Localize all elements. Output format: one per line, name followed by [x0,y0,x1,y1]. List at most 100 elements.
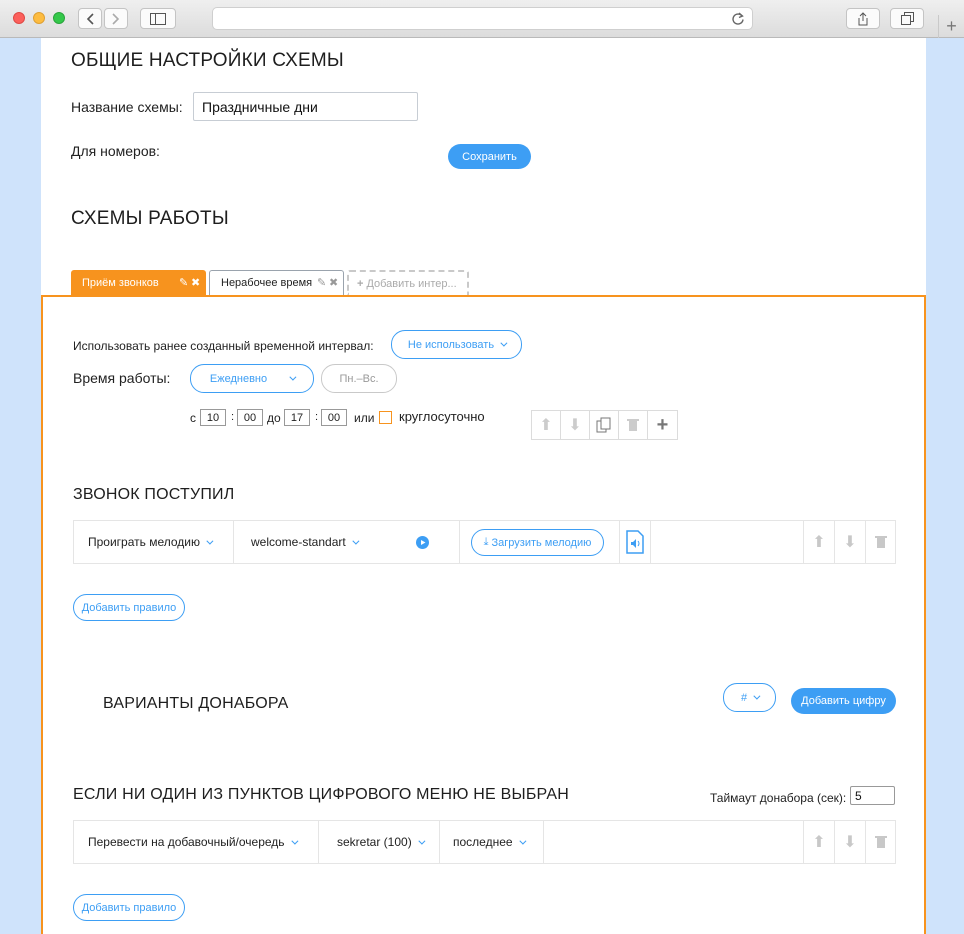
arrow-down-icon: ⬇ [568,417,582,434]
dial-options-title: ВАРИАНТЫ ДОНАБОРА [103,695,289,712]
edit-icon[interactable]: ✎ [179,276,188,289]
all-day-label: круглосуточно [399,409,485,424]
play-icon[interactable] [416,536,429,549]
tab-label: Добавить интер... [366,277,457,290]
arrow-up-icon: ⬆ [539,417,553,434]
rule-action-value: Проиграть мелодию [88,535,200,549]
work-time-label: Время работы: [73,370,171,386]
close-window-button[interactable] [13,12,25,24]
or-label: или [354,411,375,425]
tab-call-reception[interactable]: Приём звонков ✎ ✖ [71,270,206,295]
dial-key-value: # [740,691,748,704]
trash-icon [875,536,887,548]
fallback-move-down-button[interactable]: ⬇ [834,821,865,863]
arrow-down-icon: ⬇ [843,834,857,851]
tabs-icon [900,12,914,25]
save-button[interactable]: Сохранить [448,144,531,169]
close-icon[interactable]: ✖ [329,276,338,289]
plus-icon: + [357,277,364,290]
arrow-down-icon: ⬇ [843,534,857,551]
timeout-label: Таймаут донабора (сек): [710,791,847,805]
use-interval-select[interactable]: Не использовать [391,330,522,359]
move-up-button[interactable]: ⬆ [532,411,561,439]
chevron-down-icon [290,837,298,845]
scheme-name-label: Название схемы: [71,99,183,115]
chevron-down-icon [206,537,214,545]
to-hours-input[interactable]: 17 [284,409,310,426]
numbers-label: Для номеров: [71,143,160,159]
upload-cell: ⤓ Загрузить мелодию [460,521,620,563]
back-button[interactable] [78,8,102,29]
upload-melody-label: Загрузить мелодию [491,536,592,549]
move-down-button[interactable]: ⬇ [561,411,590,439]
sidebar-toggle-button[interactable] [140,8,176,29]
tab-add-interval[interactable]: + Добавить интер... [347,270,469,295]
from-label: с [190,411,196,425]
browser-toolbar: + [0,0,964,38]
reload-icon[interactable] [732,12,744,25]
chevron-down-icon [352,537,360,545]
chevron-down-icon [289,373,297,381]
fallback-target-value: sekretar (100) [337,835,412,849]
to-minutes-input[interactable]: 00 [321,409,347,426]
fallback-action-select[interactable]: Перевести на добавочный/очередь [74,821,319,863]
tab-non-working-time[interactable]: Нерабочее время ✎ ✖ [209,270,344,295]
edit-icon[interactable]: ✎ [317,276,326,289]
frequency-select[interactable]: Ежедневно [190,364,314,393]
interval-toolbar: ⬆ ⬇ + [531,410,678,440]
fallback-move-up-button[interactable]: ⬆ [803,821,834,863]
general-settings-title: ОБЩИЕ НАСТРОЙКИ СХЕМЫ [71,50,344,71]
fallback-add-rule-button[interactable]: Добавить правило [73,894,185,921]
tab-label: Нерабочее время [221,277,313,289]
timeout-input[interactable]: 5 [850,786,895,805]
work-schemes-title: СХЕМЫ РАБОТЫ [71,208,229,229]
rule-action-select[interactable]: Проиграть мелодию [74,521,234,563]
add-digit-button[interactable]: Добавить цифру [791,688,896,714]
arrow-up-icon: ⬆ [812,834,826,851]
days-select[interactable]: Пн.–Вс. [321,364,397,393]
new-tab-button[interactable]: + [938,15,964,38]
rule-delete-button[interactable] [865,521,896,563]
add-rule-button[interactable]: Добавить правило [73,594,185,621]
from-minutes-input[interactable]: 00 [237,409,263,426]
fallback-rule-row: Перевести на добавочный/очередь sekretar… [73,820,896,864]
address-bar[interactable] [212,7,753,30]
melody-value: welcome-standart [251,535,346,549]
chevron-right-icon [112,12,120,25]
fallback-title: ЕСЛИ НИ ОДИН ИЗ ПУНКТОВ ЦИФРОВОГО МЕНЮ Н… [73,786,569,803]
forward-button[interactable] [104,8,128,29]
zoom-window-button[interactable] [53,12,65,24]
fallback-target-select[interactable]: sekretar (100) [319,821,440,863]
trash-icon [627,419,639,431]
frequency-value: Ежедневно [209,372,268,385]
rule-move-up-button[interactable]: ⬆ [803,521,834,563]
download-icon: ⤓ [483,536,489,548]
melody-select[interactable]: welcome-standart [234,521,460,563]
chevron-down-icon [753,692,761,700]
scheme-panel: Использовать ранее созданный временной и… [41,295,926,934]
close-icon[interactable]: ✖ [191,276,200,289]
scheme-name-input[interactable]: Праздничные дни [193,92,418,121]
sidebar-icon [150,12,166,25]
tabs-overview-button[interactable] [890,8,924,29]
from-hours-input[interactable]: 10 [200,409,226,426]
chevron-down-icon [518,837,527,845]
all-day-checkbox[interactable] [379,411,392,424]
rule-move-down-button[interactable]: ⬇ [834,521,865,563]
plus-icon: + [946,16,957,36]
plus-icon: + [656,413,669,436]
delete-button[interactable] [619,411,648,439]
add-interval-button[interactable]: + [648,411,677,439]
tab-label: Приём звонков [82,276,159,289]
copy-button[interactable] [590,411,619,439]
fallback-delete-button[interactable] [865,821,896,863]
audio-file-button[interactable] [620,521,651,563]
fallback-order-value: последнее [453,835,513,849]
dial-key-select[interactable]: # [723,683,776,712]
upload-melody-button[interactable]: ⤓ Загрузить мелодию [471,529,604,556]
fallback-order-select[interactable]: последнее [440,821,544,863]
arrow-up-icon: ⬆ [812,534,826,551]
use-interval-label: Использовать ранее созданный временной и… [73,339,374,353]
minimize-window-button[interactable] [33,12,45,24]
share-button[interactable] [846,8,880,29]
